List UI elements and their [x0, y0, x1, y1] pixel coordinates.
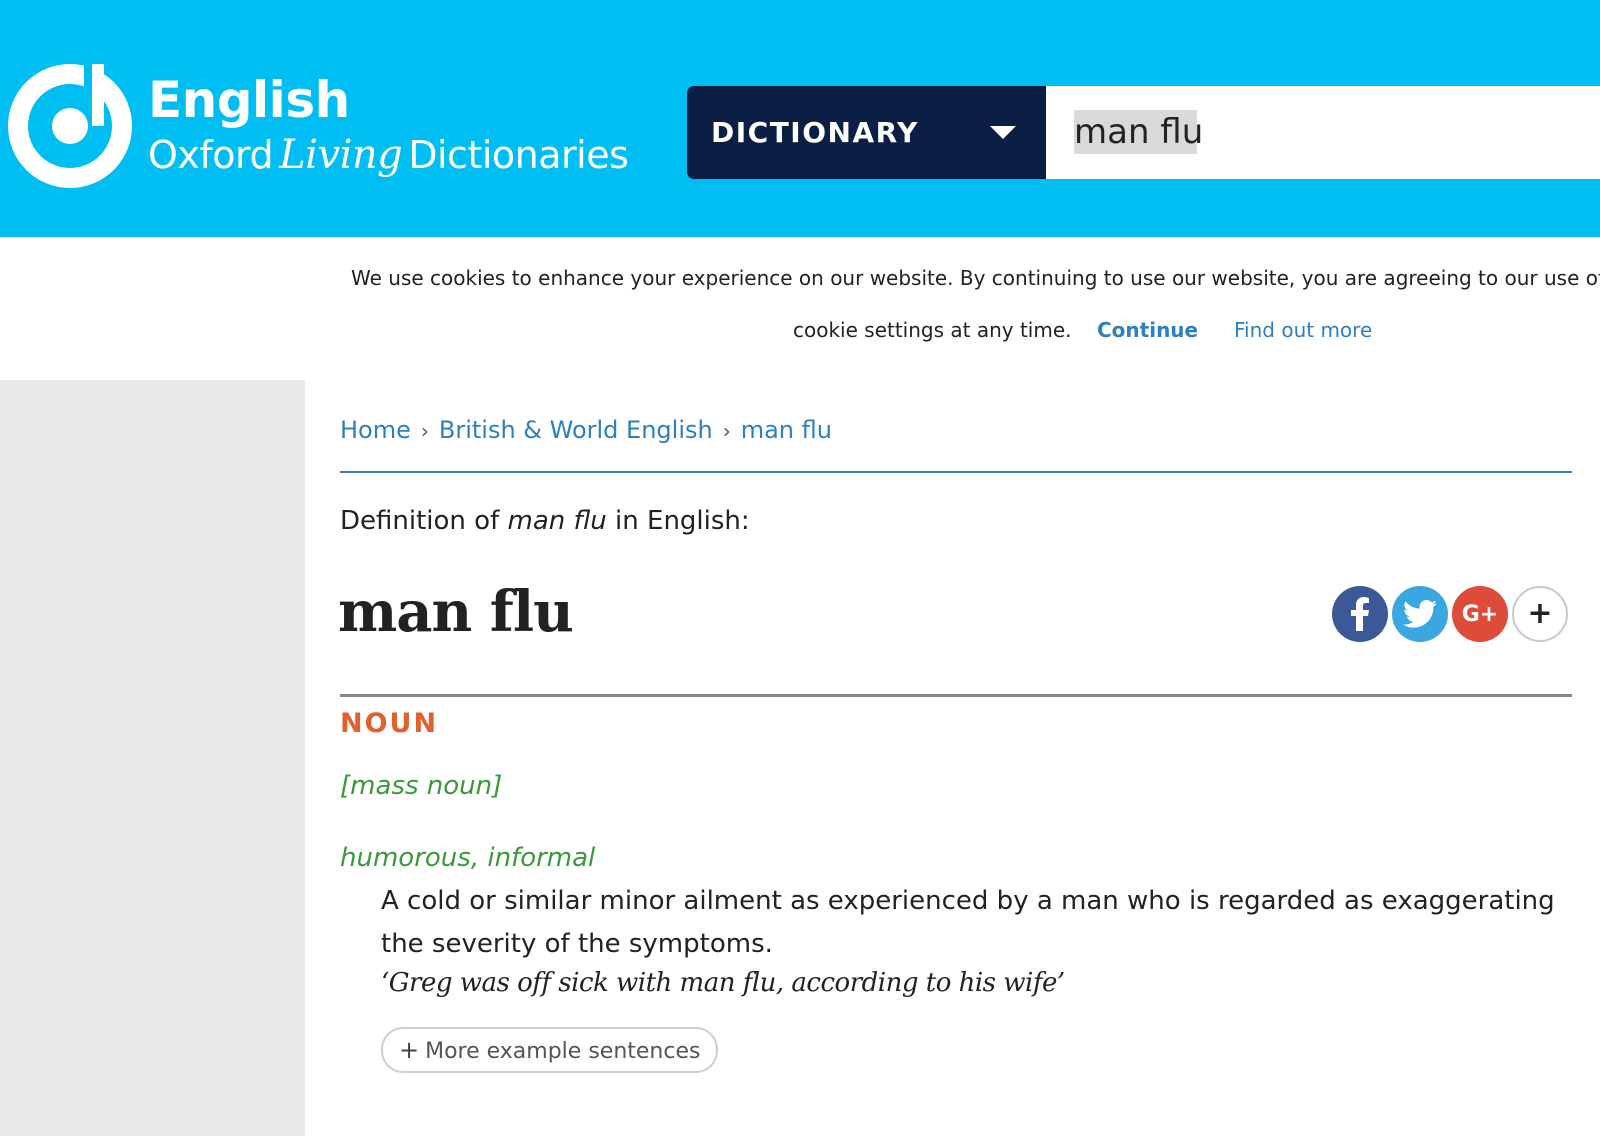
headword: man flu [338, 579, 574, 645]
twitter-icon [1403, 600, 1437, 628]
chevron-down-icon [990, 126, 1016, 139]
definition-text: A cold or similar minor ailment as exper… [381, 886, 1555, 959]
brand-oxford: Oxford [148, 133, 274, 177]
facebook-icon [1351, 597, 1369, 631]
definition-of-term: man flu [507, 506, 607, 536]
breadcrumb: Home › British & World English › man flu [340, 416, 832, 444]
register-label: humorous, informal [340, 843, 596, 873]
breadcrumb-current[interactable]: man flu [741, 416, 832, 444]
cookie-find-out-more-link[interactable]: Find out more [1234, 318, 1372, 342]
cookie-message-line2: cookie settings at any time. [793, 318, 1072, 342]
grammar-label: [mass noun] [340, 771, 503, 801]
dictionary-select[interactable]: DICTIONARY [687, 86, 1046, 179]
breadcrumb-british-world-english[interactable]: British & World English [439, 416, 713, 444]
twitter-share-button[interactable] [1392, 586, 1448, 642]
more-example-sentences-label: More example sentences [425, 1039, 701, 1064]
breadcrumb-home[interactable]: Home [340, 416, 411, 444]
brand-living: Living [279, 132, 403, 178]
plus-icon: + [1527, 596, 1553, 631]
example-sentence: ‘Greg was off sick with man flu, accordi… [381, 968, 1065, 998]
breadcrumb-separator: › [722, 419, 731, 443]
more-example-sentences-button[interactable]: + More example sentences [381, 1027, 719, 1073]
part-of-speech-divider [340, 694, 1572, 697]
cookie-message-line1: We use cookies to enhance your experienc… [351, 266, 1600, 290]
plus-icon: + [399, 1036, 420, 1064]
google-plus-share-button[interactable]: G+ [1452, 586, 1508, 642]
brand-title[interactable]: English [148, 70, 350, 130]
search-box[interactable] [1046, 86, 1600, 179]
definition-of-heading: Definition of man flu in English: [340, 506, 750, 536]
definition-of-suffix: in English: [606, 506, 750, 536]
google-plus-icon: G+ [1461, 601, 1499, 627]
site-header: English Oxford Living Dictionaries DICTION… [0, 0, 1600, 237]
search-input[interactable] [1074, 110, 1574, 154]
breadcrumb-divider [340, 471, 1572, 473]
cookie-continue-link[interactable]: Continue [1097, 318, 1198, 342]
dictionary-select-label: DICTIONARY [711, 116, 919, 149]
facebook-share-button[interactable] [1332, 586, 1388, 642]
definition-of-prefix: Definition of [340, 506, 508, 536]
more-share-button[interactable]: + [1512, 586, 1568, 642]
brand-subtitle[interactable]: Oxford Living Dictionaries [148, 130, 629, 180]
part-of-speech: NOUN [340, 708, 439, 739]
breadcrumb-separator: › [420, 419, 429, 443]
oxford-logo-icon[interactable] [6, 62, 134, 190]
left-sidebar [0, 380, 305, 1136]
brand-dictionaries: Dictionaries [408, 133, 629, 177]
